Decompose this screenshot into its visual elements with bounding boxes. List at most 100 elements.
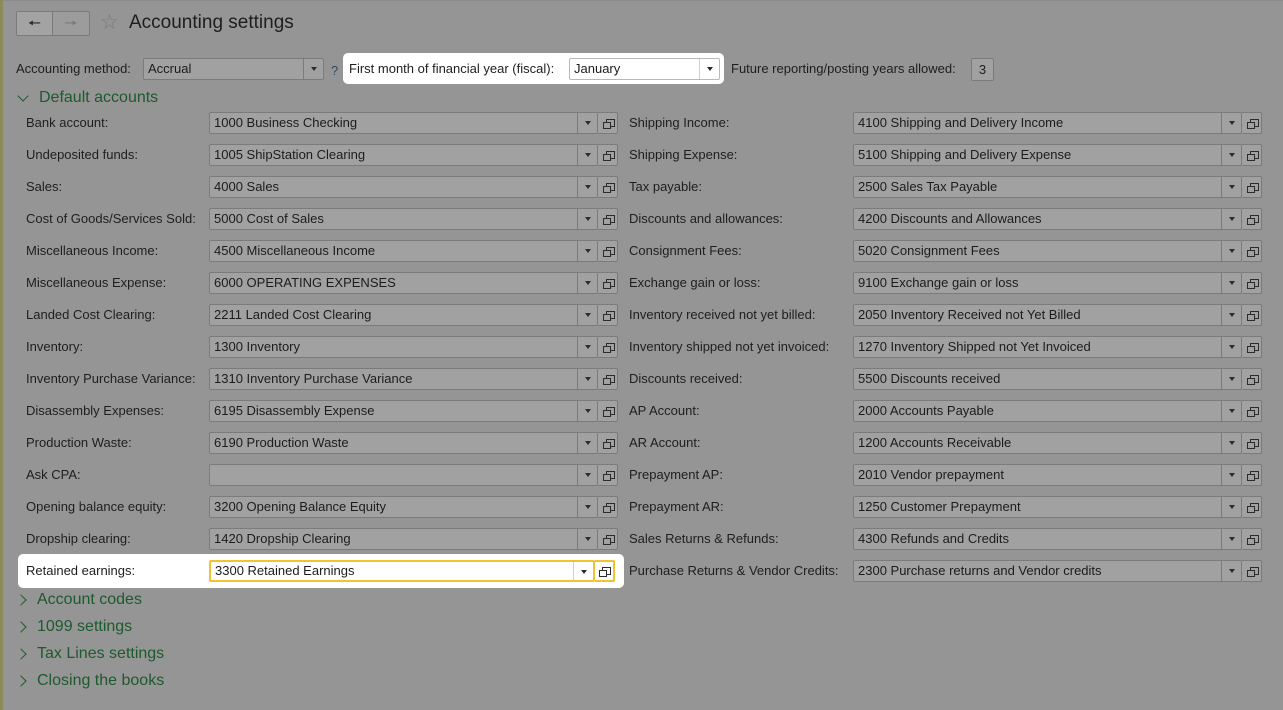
open-in-window-icon[interactable]: [1242, 528, 1262, 550]
favorite-star-icon[interactable]: ☆: [100, 11, 119, 35]
group-1099-settings-header[interactable]: 1099 settings: [15, 617, 132, 637]
consignment-fees-select[interactable]: 5020 Consignment Fees: [853, 240, 1242, 262]
chevron-down-icon[interactable]: [577, 113, 597, 133]
landed-cost-clearing-select[interactable]: 2211 Landed Cost Clearing: [209, 304, 598, 326]
chevron-down-icon[interactable]: [577, 145, 597, 165]
chevron-down-icon[interactable]: [1221, 209, 1241, 229]
discounts-and-allowances-select[interactable]: 4200 Discounts and Allowances: [853, 208, 1242, 230]
open-in-window-icon[interactable]: [595, 560, 615, 582]
chevron-down-icon[interactable]: [1221, 273, 1241, 293]
open-in-window-icon[interactable]: [1242, 368, 1262, 390]
open-in-window-icon[interactable]: [598, 176, 618, 198]
chevron-down-icon[interactable]: [1221, 401, 1241, 421]
chevron-down-icon[interactable]: [1221, 177, 1241, 197]
miscellaneous-expense-select[interactable]: 6000 OPERATING EXPENSES: [209, 272, 598, 294]
cost-of-goods-services-sold-select[interactable]: 5000 Cost of Sales: [209, 208, 598, 230]
open-in-window-icon[interactable]: [1242, 464, 1262, 486]
chevron-down-icon[interactable]: [577, 337, 597, 357]
open-in-window-icon[interactable]: [1242, 176, 1262, 198]
open-in-window-icon[interactable]: [1242, 304, 1262, 326]
discounts-received-select[interactable]: 5500 Discounts received: [853, 368, 1242, 390]
tax-payable-select[interactable]: 2500 Sales Tax Payable: [853, 176, 1242, 198]
chevron-down-icon[interactable]: [577, 305, 597, 325]
back-arrow-icon[interactable]: 🠔: [17, 12, 53, 35]
open-in-window-icon[interactable]: [598, 144, 618, 166]
chevron-down-icon[interactable]: [1221, 433, 1241, 453]
chevron-down-icon[interactable]: [1221, 305, 1241, 325]
open-in-window-icon[interactable]: [1242, 336, 1262, 358]
chevron-down-icon[interactable]: [577, 241, 597, 261]
inventory-select[interactable]: 1300 Inventory: [209, 336, 598, 358]
forward-arrow-icon[interactable]: 🠖: [53, 12, 89, 35]
open-in-window-icon[interactable]: [1242, 496, 1262, 518]
fiscal-month-select[interactable]: January: [569, 58, 720, 80]
opening-balance-equity-select[interactable]: 3200 Opening Balance Equity: [209, 496, 598, 518]
chevron-down-icon[interactable]: [303, 59, 323, 79]
open-in-window-icon[interactable]: [1242, 560, 1262, 582]
chevron-down-icon[interactable]: [1221, 113, 1241, 133]
open-in-window-icon[interactable]: [598, 112, 618, 134]
open-in-window-icon[interactable]: [598, 496, 618, 518]
open-in-window-icon[interactable]: [598, 400, 618, 422]
accounting-method-select[interactable]: Accrual: [143, 58, 324, 80]
open-in-window-icon[interactable]: [1242, 240, 1262, 262]
open-in-window-icon[interactable]: [1242, 272, 1262, 294]
dropship-clearing-select[interactable]: 1420 Dropship Clearing: [209, 528, 598, 550]
open-in-window-icon[interactable]: [598, 272, 618, 294]
inventory-purchase-variance-select[interactable]: 1310 Inventory Purchase Variance: [209, 368, 598, 390]
chevron-down-icon[interactable]: [577, 529, 597, 549]
open-in-window-icon[interactable]: [598, 528, 618, 550]
open-in-window-icon[interactable]: [1242, 400, 1262, 422]
chevron-down-icon[interactable]: [1221, 561, 1241, 581]
open-in-window-icon[interactable]: [598, 240, 618, 262]
chevron-down-icon[interactable]: [577, 369, 597, 389]
exchange-gain-or-loss-select[interactable]: 9100 Exchange gain or loss: [853, 272, 1242, 294]
group-tax-lines-settings-header[interactable]: Tax Lines settings: [15, 644, 164, 664]
inventory-received-not-yet-billed-select[interactable]: 2050 Inventory Received not Yet Billed: [853, 304, 1242, 326]
chevron-down-icon[interactable]: [577, 177, 597, 197]
chevron-down-icon[interactable]: [577, 433, 597, 453]
open-in-window-icon[interactable]: [598, 368, 618, 390]
bank-account-select[interactable]: 1000 Business Checking: [209, 112, 598, 134]
sales-returns-refunds-select[interactable]: 4300 Refunds and Credits: [853, 528, 1242, 550]
open-in-window-icon[interactable]: [598, 304, 618, 326]
chevron-down-icon[interactable]: [577, 497, 597, 517]
prepayment-ar-select[interactable]: 1250 Customer Prepayment: [853, 496, 1242, 518]
open-in-window-icon[interactable]: [1242, 112, 1262, 134]
purchase-returns-vendor-credits-select[interactable]: 2300 Purchase returns and Vendor credits: [853, 560, 1242, 582]
chevron-down-icon[interactable]: [577, 465, 597, 485]
open-in-window-icon[interactable]: [1242, 208, 1262, 230]
production-waste-select[interactable]: 6190 Production Waste: [209, 432, 598, 454]
shipping-expense-select[interactable]: 5100 Shipping and Delivery Expense: [853, 144, 1242, 166]
chevron-down-icon[interactable]: [577, 209, 597, 229]
undeposited-funds-select[interactable]: 1005 ShipStation Clearing: [209, 144, 598, 166]
chevron-down-icon[interactable]: [1221, 369, 1241, 389]
chevron-down-icon[interactable]: [699, 59, 719, 79]
chevron-down-icon[interactable]: [1221, 529, 1241, 549]
help-icon[interactable]: ?: [331, 61, 338, 81]
ask-cpa-select[interactable]: [209, 464, 598, 486]
open-in-window-icon[interactable]: [598, 464, 618, 486]
chevron-down-icon[interactable]: [1221, 465, 1241, 485]
chevron-down-icon[interactable]: [1221, 497, 1241, 517]
chevron-down-icon[interactable]: [1221, 145, 1241, 165]
open-in-window-icon[interactable]: [1242, 432, 1262, 454]
future-years-input[interactable]: 3: [971, 58, 994, 81]
inventory-shipped-not-yet-invoiced-select[interactable]: 1270 Inventory Shipped not Yet Invoiced: [853, 336, 1242, 358]
chevron-down-icon[interactable]: [577, 401, 597, 421]
open-in-window-icon[interactable]: [598, 432, 618, 454]
chevron-down-icon[interactable]: [1221, 241, 1241, 261]
ap-account-select[interactable]: 2000 Accounts Payable: [853, 400, 1242, 422]
open-in-window-icon[interactable]: [598, 336, 618, 358]
disassembly-expenses-select[interactable]: 6195 Disassembly Expense: [209, 400, 598, 422]
retained-earnings-select[interactable]: 3300 Retained Earnings: [209, 560, 595, 582]
sales-select[interactable]: 4000 Sales: [209, 176, 598, 198]
group-closing-the-books-header[interactable]: Closing the books: [15, 671, 164, 691]
ar-account-select[interactable]: 1200 Accounts Receivable: [853, 432, 1242, 454]
open-in-window-icon[interactable]: [598, 208, 618, 230]
chevron-down-icon[interactable]: [573, 562, 593, 582]
default-accounts-header[interactable]: Default accounts: [17, 88, 158, 108]
group-account-codes-header[interactable]: Account codes: [15, 590, 142, 610]
chevron-down-icon[interactable]: [1221, 337, 1241, 357]
shipping-income-select[interactable]: 4100 Shipping and Delivery Income: [853, 112, 1242, 134]
